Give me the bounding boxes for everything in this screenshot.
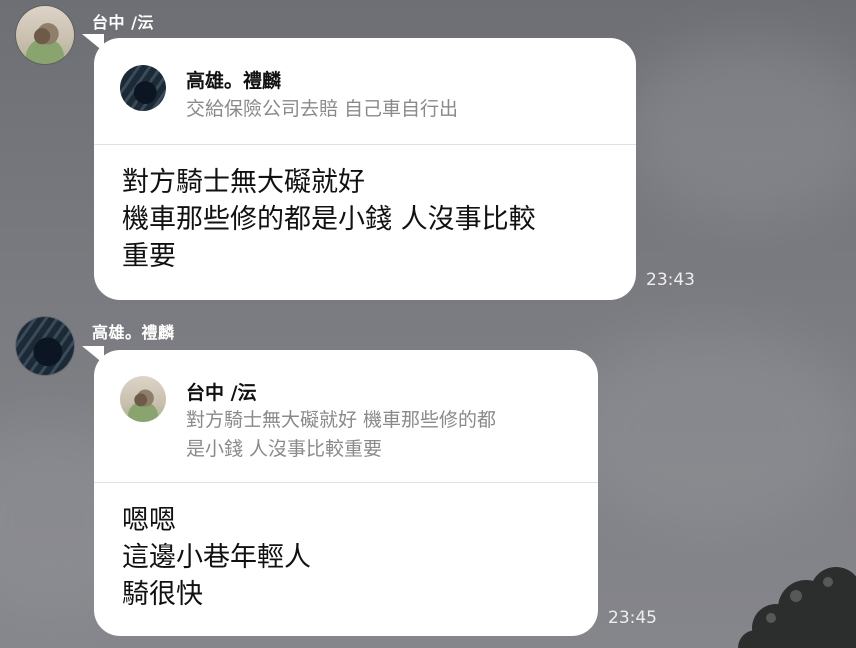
reply-quote[interactable]: 台中 /沄 對方騎士無大礙就好 機車那些修的都 是小錢 人沒事比較重要: [94, 350, 598, 483]
reply-text: 對方騎士無大礙就好 機車那些修的都 是小錢 人沒事比較重要: [186, 406, 496, 464]
sender-name: 高雄。禮麟: [92, 323, 175, 342]
car-avatar-icon[interactable]: [16, 317, 74, 375]
reply-text-line: 對方騎士無大礙就好 機車那些修的都: [186, 409, 497, 431]
reply-text: 交給保險公司去賠 自己車自行出: [186, 95, 458, 124]
chat-message[interactable]: 高雄。禮麟 台中 /沄 對方騎士無大礙就好 機車那些修的都 是小錢 人沒事比較重…: [0, 310, 856, 648]
message-text-line: 對方騎士無大礙就好: [122, 167, 365, 198]
message-bubble[interactable]: 台中 /沄 對方騎士無大礙就好 機車那些修的都 是小錢 人沒事比較重要 嗯嗯 這…: [94, 350, 598, 636]
message-text-line: 這邊小巷年輕人: [122, 542, 311, 573]
cat-avatar-icon[interactable]: [16, 6, 74, 64]
car-avatar-icon: [120, 65, 166, 111]
message-text: 嗯嗯 這邊小巷年輕人 騎很快: [122, 502, 311, 613]
message-text-line: 騎很快: [122, 579, 203, 610]
reply-sender-name: 高雄。禮麟: [186, 70, 282, 92]
message-timestamp: 23:45: [608, 608, 657, 628]
message-text-line: 重要: [122, 241, 176, 272]
reply-sender-name: 台中 /沄: [186, 382, 257, 404]
reply-quote[interactable]: 高雄。禮麟 交給保險公司去賠 自己車自行出: [94, 38, 636, 145]
message-text: 對方騎士無大礙就好 機車那些修的都是小錢 人沒事比較 重要: [122, 164, 536, 275]
message-text-line: 嗯嗯: [122, 505, 176, 536]
sender-name: 台中 /沄: [92, 13, 154, 32]
message-bubble[interactable]: 高雄。禮麟 交給保險公司去賠 自己車自行出 對方騎士無大礙就好 機車那些修的都是…: [94, 38, 636, 300]
reply-text-line: 是小錢 人沒事比較重要: [186, 438, 383, 460]
chat-message[interactable]: 台中 /沄 高雄。禮麟 交給保險公司去賠 自己車自行出 對方騎士無大礙就好 機車…: [0, 0, 856, 310]
message-text-line: 機車那些修的都是小錢 人沒事比較: [122, 204, 536, 235]
message-timestamp: 23:43: [646, 270, 695, 290]
cat-avatar-icon: [120, 376, 166, 422]
reply-text-line: 交給保險公司去賠 自己車自行出: [186, 98, 459, 120]
